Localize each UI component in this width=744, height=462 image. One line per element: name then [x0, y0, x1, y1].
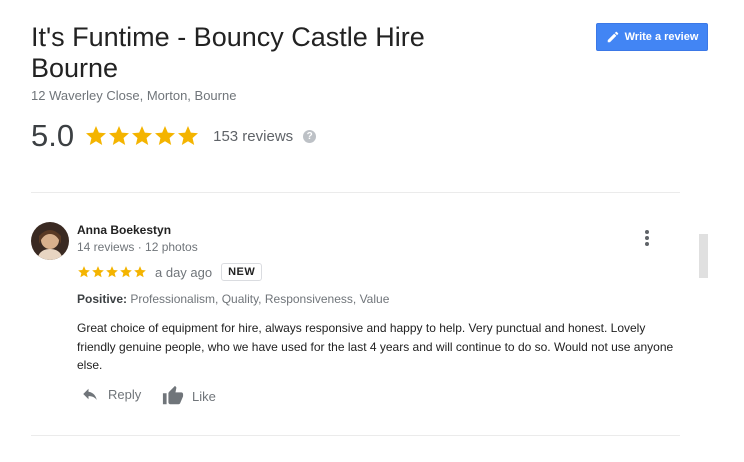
- reviewer-name[interactable]: Anna Boekestyn: [77, 223, 171, 237]
- star-icon: [155, 126, 176, 145]
- help-icon[interactable]: ?: [303, 129, 317, 143]
- star-icon: [109, 126, 130, 145]
- review-count[interactable]: 153 reviews: [213, 128, 293, 145]
- like-button[interactable]: Like: [162, 385, 216, 407]
- write-review-button[interactable]: Write a review: [596, 23, 708, 51]
- star-icon: [78, 266, 90, 278]
- thumbs-up-icon: [162, 385, 184, 405]
- like-label: Like: [192, 388, 216, 404]
- scrollbar[interactable]: [699, 234, 708, 278]
- star-icon: [92, 266, 104, 278]
- star-icon: [178, 126, 199, 145]
- review-text: Great choice of equipment for hire, alwa…: [77, 321, 674, 372]
- business-address: 12 Waverley Close, Morton, Bourne: [31, 88, 237, 103]
- positive-attributes: Positive: Professionalism, Quality, Resp…: [77, 292, 389, 306]
- reply-label: Reply: [108, 386, 142, 402]
- star-icon: [132, 126, 153, 145]
- star-icon: [106, 266, 118, 278]
- reviewer-meta: 14 reviews · 12 photos: [77, 240, 198, 254]
- pencil-icon: [607, 31, 618, 43]
- rating-stars: [84, 124, 199, 148]
- write-review-label: Write a review: [624, 31, 699, 43]
- business-title: It's Funtime - Bouncy Castle Hire Bourne: [31, 22, 425, 83]
- divider: [31, 435, 680, 436]
- new-badge: NEW: [221, 263, 263, 281]
- rating-value: 5.0: [31, 118, 75, 153]
- more-options-icon[interactable]: [640, 230, 654, 246]
- positive-label: Positive:: [77, 292, 128, 306]
- reply-icon: [83, 388, 97, 400]
- review-rating: a day ago NEW: [77, 263, 263, 281]
- rating-summary: 5.0 153 reviews ?: [31, 118, 317, 154]
- avatar[interactable]: [31, 222, 69, 260]
- star-icon: [134, 266, 146, 278]
- star-icon: [120, 266, 132, 278]
- positive-values: Professionalism, Quality, Responsiveness…: [130, 292, 390, 306]
- divider: [31, 192, 680, 193]
- review-time: a day ago: [155, 264, 213, 280]
- star-icon: [86, 126, 107, 145]
- reply-button[interactable]: Reply: [80, 385, 141, 403]
- review-stars: [77, 265, 147, 279]
